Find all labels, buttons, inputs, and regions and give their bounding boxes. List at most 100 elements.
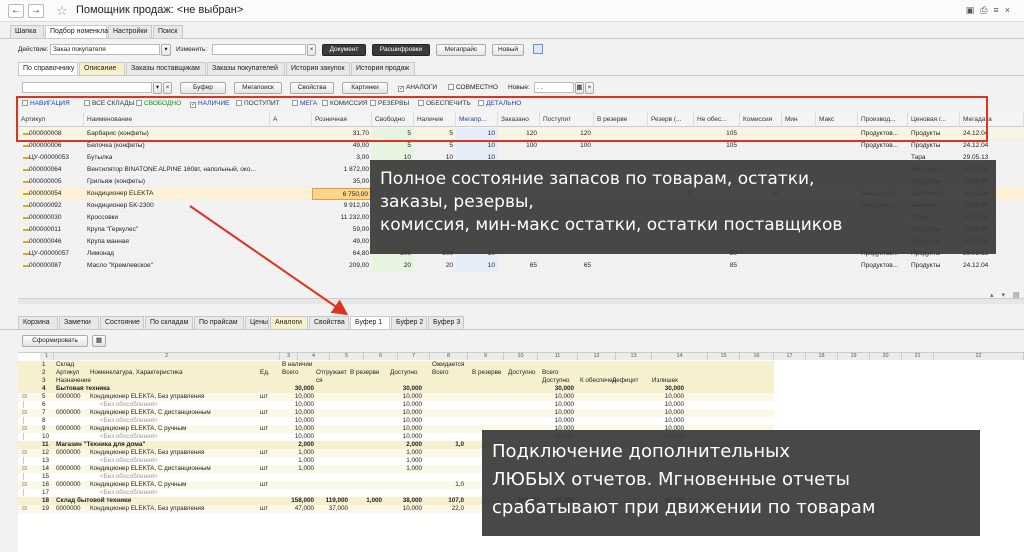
sheet-header-cell: Доступно — [390, 369, 418, 376]
sheet-cell-value: 10,000 — [402, 505, 422, 512]
tab-bottom-1[interactable]: Заметки — [59, 316, 99, 329]
collapse-toggle-icon[interactable]: ⊟ — [20, 465, 32, 473]
sheet-cell-value: 10,000 — [402, 401, 422, 408]
row-number: 1 — [42, 361, 46, 368]
sheet-cell-value — [430, 465, 466, 473]
sheet-cell-code: 0000000 — [56, 481, 81, 488]
column-number: 5 — [330, 353, 364, 360]
sheet-cell-code — [54, 489, 88, 497]
sheet-cell-value — [280, 481, 316, 489]
sheet-cell-value — [430, 385, 466, 393]
sheet-cell-value — [348, 441, 384, 449]
sheet-cell-name: <Без обособления> — [100, 401, 158, 408]
sheet-cell-value: 10,000 — [402, 433, 422, 440]
sheet-cell-value — [470, 409, 506, 417]
collapse-toggle-icon[interactable]: ⊟ — [20, 393, 32, 401]
row-number: 3 — [42, 377, 46, 384]
sheet-cell-value — [610, 409, 646, 417]
sheet-cell-unit — [258, 417, 278, 425]
sheet-row[interactable]: │ 6 <Без обособления> 10,000 10,000 10,000 10,… — [18, 401, 774, 409]
collapse-toggle-icon[interactable]: ⊟ — [20, 481, 32, 489]
tab-bottom-2[interactable]: Состояние — [100, 316, 144, 329]
collapse-toggle-icon[interactable]: ⊟ — [20, 505, 32, 513]
sheet-cell-value — [610, 385, 646, 393]
sheet-cell-unit: шт — [260, 481, 268, 488]
sheet-header-row: 3 Назначение ся Доступно К обеспечен Дефицит И… — [18, 377, 774, 385]
sheet-cell-value — [470, 385, 506, 393]
sheet-cell-value — [578, 417, 614, 425]
sheet-cell-name: <Без обособления> — [100, 457, 158, 464]
sheet-header-cell — [348, 361, 388, 369]
sheet-cell-value: 119,000 — [325, 497, 348, 504]
sheet-cell-value — [470, 393, 506, 401]
sheet-cell-name — [88, 441, 258, 449]
sheet-cell-value — [610, 417, 646, 425]
sheet-cell-code — [54, 473, 88, 481]
callout-bottom-line-3: срабатывают при движении по товарам — [492, 497, 876, 518]
row-number: 12 — [42, 449, 50, 456]
sheet-cell-value — [348, 473, 384, 481]
sheet-header-cell — [388, 377, 428, 385]
sheet-cell-value — [348, 481, 384, 489]
column-number: 9 — [468, 353, 504, 360]
sheet-cell-value — [314, 473, 350, 481]
sheet-row[interactable]: │ 8 <Без обособления> 10,000 10,000 10,000 10,… — [18, 417, 774, 425]
sheet-cell-value — [348, 385, 384, 393]
sheet-cell-unit — [258, 441, 278, 449]
sheet-cell-unit — [258, 401, 278, 409]
sheet-cell-value — [348, 505, 384, 513]
tree-line: │ — [22, 401, 26, 408]
tab-bottom-5[interactable]: Цены — [245, 316, 269, 329]
sheet-cell-value — [506, 401, 542, 409]
tree-line: │ — [22, 473, 26, 480]
collapse-toggle-icon[interactable]: ⊟ — [20, 425, 32, 433]
sheet-header-cell — [470, 377, 510, 385]
sheet-row[interactable]: 4 Бытовая техника 30,000 30,000 30,000 30,000 — [18, 385, 774, 393]
column-number: 2 — [54, 353, 280, 360]
sheet-cell-name: Кондиционер ELEKTA, Без управления — [90, 449, 205, 456]
sheet-cell-value — [430, 457, 466, 465]
generate-button[interactable]: Сформировать — [22, 335, 88, 347]
sheet-header-cell: Дефицит — [612, 377, 639, 384]
tab-bottom-9[interactable]: Буфер 2 — [391, 316, 427, 329]
sheet-row[interactable]: ⊟ 5 0000000 Кондиционер ELEKTA, Без управле… — [18, 393, 774, 401]
sheet-header-cell — [88, 361, 258, 369]
sheet-cell-value: 30,000 — [402, 385, 422, 392]
tree-line: │ — [22, 417, 26, 424]
sheet-cell-value: 10,000 — [294, 433, 314, 440]
sheet-cell-code: 0000000 — [56, 449, 81, 456]
sheet-cell-unit: шт — [260, 393, 268, 400]
sheet-cell-value: 1,000 — [366, 497, 382, 504]
callout-bottom-line-2: ЛЮБЫХ отчетов. Мгновенные отчеты — [492, 469, 850, 490]
sheet-row[interactable]: ⊟ 7 0000000 Кондиционер ELEKTA, С дистанцио… — [18, 409, 774, 417]
row-number: 13 — [42, 457, 50, 464]
sheet-cell-value — [506, 417, 542, 425]
row-number: 8 — [42, 417, 46, 424]
sheet-cell-value: 10,000 — [294, 425, 314, 432]
collapse-toggle-icon[interactable]: ⊟ — [20, 409, 32, 417]
tab-bottom-3[interactable]: По складам — [145, 316, 193, 329]
row-number: 15 — [42, 473, 50, 480]
tab-bottom-4[interactable]: По прайсам — [194, 316, 244, 329]
sheet-cell-value — [430, 409, 466, 417]
sheet-header-cell — [650, 369, 690, 377]
tab-bottom-8[interactable]: Буфер 1 — [350, 316, 390, 329]
tab-bottom-7[interactable]: Свойства — [309, 316, 349, 329]
column-number: 17 — [774, 353, 806, 360]
sheet-cell-value: 1,0 — [455, 441, 464, 448]
tab-bottom-10[interactable]: Буфер 3 — [428, 316, 464, 329]
sheet-cell-unit — [258, 433, 278, 441]
sheet-cell-unit — [258, 385, 278, 393]
column-number: 12 — [578, 353, 616, 360]
sheet-cell-value — [470, 417, 506, 425]
sheet-cell-code: 0000000 — [56, 465, 81, 472]
report-settings-icon[interactable]: ▦ — [92, 335, 106, 347]
sheet-cell-value: 10,000 — [294, 393, 314, 400]
tab-bottom-0[interactable]: Корзина — [18, 316, 58, 329]
sheet-cell-value — [348, 401, 384, 409]
sheet-header-cell: Всего — [542, 369, 559, 376]
tab-bottom-6[interactable]: Аналоги — [270, 316, 308, 329]
collapse-toggle-icon[interactable]: ⊟ — [20, 449, 32, 457]
sheet-header-cell — [470, 361, 510, 369]
sheet-cell-value: 1,000 — [298, 465, 314, 472]
